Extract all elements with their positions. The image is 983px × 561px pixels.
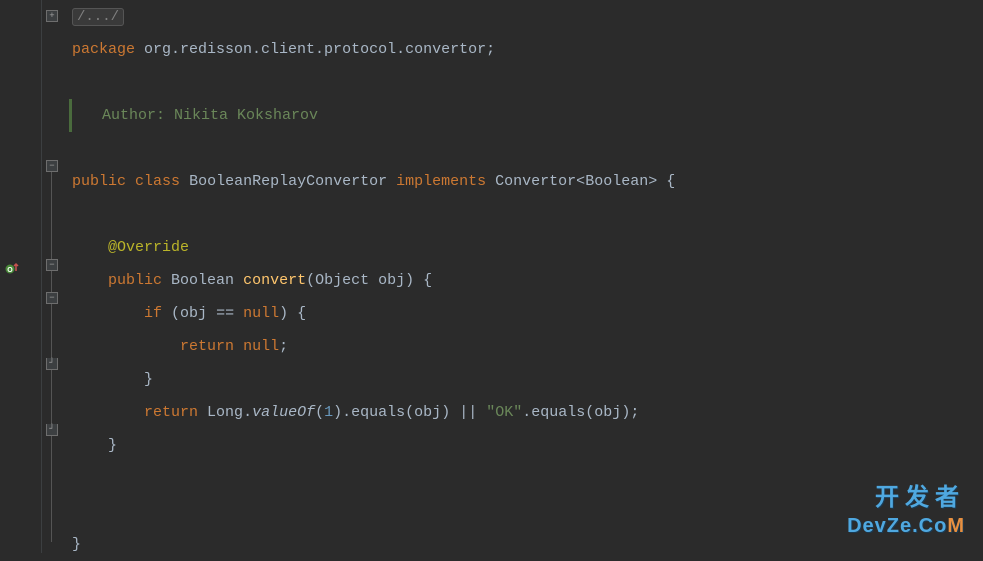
fold-column: + − − − ┘ ┘ [42, 0, 64, 553]
valueof-method: valueOf [252, 404, 315, 421]
blank-line [72, 66, 983, 99]
folded-header-line[interactable]: /.../ [72, 0, 983, 33]
keyword-package: package [72, 41, 135, 58]
blank-line [72, 462, 983, 495]
keyword-implements: implements [396, 173, 486, 190]
author-text: Author: Nikita Koksharov [102, 107, 318, 124]
blank-line [72, 132, 983, 165]
close-brace-line: } [72, 429, 983, 462]
string-literal: "OK" [486, 404, 522, 421]
param-type: Object [315, 272, 369, 289]
fold-expand-icon[interactable]: + [46, 10, 58, 22]
keyword-public: public [108, 272, 162, 289]
equals-method: equals [351, 404, 405, 421]
fold-collapse-icon[interactable]: − [46, 259, 58, 271]
blank-line [72, 495, 983, 528]
class-declaration-line: public class BooleanReplayConvertor impl… [72, 165, 983, 198]
method-name: convert [243, 272, 306, 289]
package-line: package org.redisson.client.protocol.con… [72, 33, 983, 66]
keyword-null: null [243, 305, 279, 322]
blank-line [72, 198, 983, 231]
gutter: O [0, 0, 42, 553]
close-brace-line: } [72, 363, 983, 396]
equals-method: equals [531, 404, 585, 421]
keyword-class: class [135, 173, 180, 190]
or-operator: || [459, 404, 477, 421]
generic-type: Boolean [585, 173, 648, 190]
keyword-return: return [180, 338, 234, 355]
interface-name: Convertor [495, 173, 576, 190]
return-type: Boolean [171, 272, 234, 289]
close-brace-line: } [72, 528, 983, 561]
long-class: Long [207, 404, 243, 421]
code-area[interactable]: /.../ package org.redisson.client.protoc… [64, 0, 983, 553]
keyword-if: if [144, 305, 162, 322]
class-name: BooleanReplayConvertor [189, 173, 387, 190]
folded-region[interactable]: /.../ [72, 8, 124, 26]
keyword-return: return [144, 404, 198, 421]
return-expression-line: return Long.valueOf(1).equals(obj) || "O… [72, 396, 983, 429]
fold-collapse-icon[interactable]: − [46, 160, 58, 172]
number-literal: 1 [324, 404, 333, 421]
annotation-line: @Override [72, 231, 983, 264]
keyword-public: public [72, 173, 126, 190]
param-name: obj [378, 272, 405, 289]
method-declaration-line: public Boolean convert(Object obj) { [72, 264, 983, 297]
fold-end-icon[interactable]: ┘ [46, 424, 58, 436]
code-editor: O + − − − ┘ ┘ /.../ package org.redisson… [0, 0, 983, 553]
fold-collapse-icon[interactable]: − [46, 292, 58, 304]
override-gutter-icon[interactable]: O [4, 260, 20, 276]
if-line: if (obj == null) { [72, 297, 983, 330]
author-comment: Author: Nikita Koksharov [69, 99, 983, 132]
package-path: org.redisson.client.protocol.convertor [144, 41, 486, 58]
eq-operator: == [216, 305, 234, 322]
svg-text:O: O [7, 267, 13, 274]
keyword-null: null [243, 338, 279, 355]
override-annotation: @Override [108, 239, 189, 256]
fold-end-icon[interactable]: ┘ [46, 358, 58, 370]
return-null-line: return null; [72, 330, 983, 363]
